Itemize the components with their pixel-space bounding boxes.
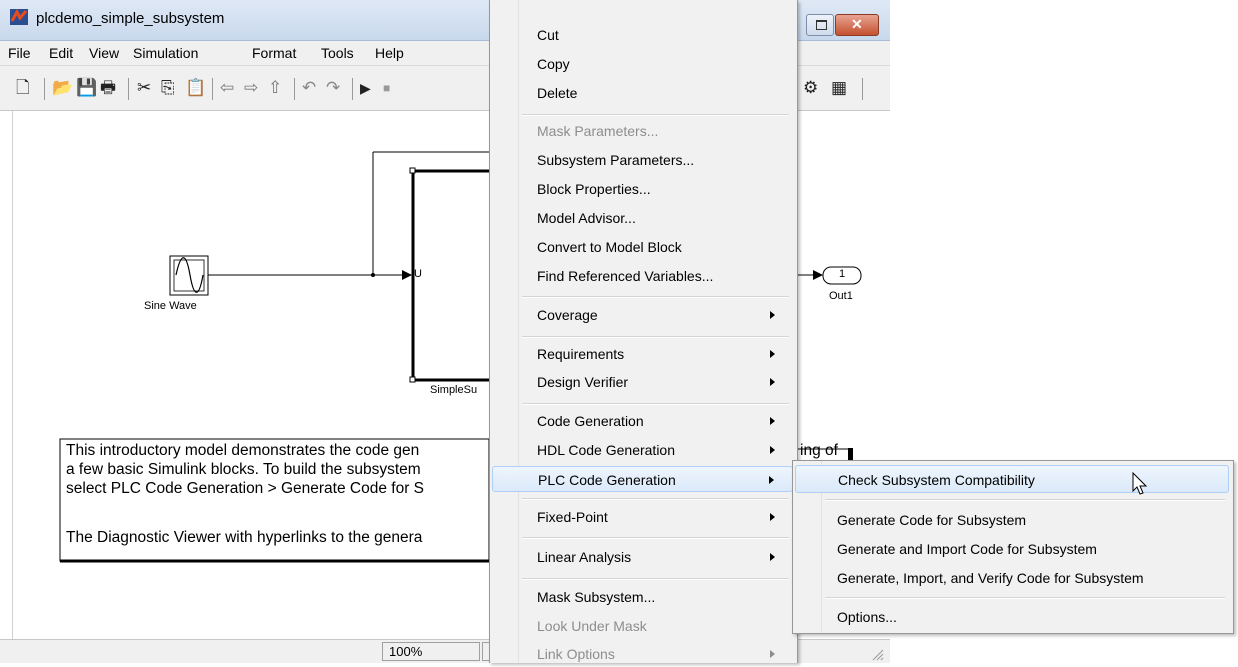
menu-item-requirements[interactable]: Requirements: [492, 341, 793, 367]
menu-item-linear-analysis[interactable]: Linear Analysis: [492, 544, 793, 570]
submenu-arrow-icon: [770, 311, 775, 319]
block-context-menu: Cut Copy Delete Mask Parameters... Subsy…: [489, 0, 798, 663]
menu-item-fixed-point[interactable]: Fixed-Point: [492, 504, 793, 530]
menu-item-coverage[interactable]: Coverage: [492, 302, 793, 328]
submenu-arrow-icon: [769, 476, 774, 484]
outport-label: Out1: [829, 290, 853, 302]
submenu-item-generate-and-import-code[interactable]: Generate and Import Code for Subsystem: [795, 535, 1229, 563]
resize-grip-icon[interactable]: [870, 647, 884, 661]
annotation-line-3: select PLC Code Generation > Generate Co…: [66, 480, 424, 497]
menu-item-delete[interactable]: Delete: [492, 80, 793, 106]
outport-number: 1: [839, 268, 846, 280]
annotation-line-2: a few basic Simulink blocks. To build th…: [66, 461, 421, 478]
annotation-line-1: This introductory model demonstrates the…: [66, 442, 420, 459]
annotation-right-fragment: ing of: [800, 442, 838, 459]
menu-item-look-under-mask: Look Under Mask: [537, 618, 647, 634]
menu-item-link-options: Link Options: [492, 641, 793, 667]
submenu-item-generate-import-verify-code[interactable]: Generate, Import, and Verify Code for Su…: [795, 564, 1229, 592]
submenu-arrow-icon: [770, 378, 775, 386]
submenu-arrow-icon: [770, 650, 775, 658]
annotation-line-5: The Diagnostic Viewer with hyperlinks to…: [66, 529, 423, 546]
submenu-arrow-icon: [770, 446, 775, 454]
menu-item-find-referenced-variables[interactable]: Find Referenced Variables...: [492, 263, 793, 289]
sine-wave-block: [169, 255, 209, 296]
sine-wave-label: Sine Wave: [144, 300, 197, 312]
menu-item-convert-to-model-block[interactable]: Convert to Model Block: [492, 234, 793, 260]
menu-item-plc-code-generation[interactable]: PLC Code Generation: [492, 466, 793, 492]
menu-item-mask-subsystem[interactable]: Mask Subsystem...: [492, 584, 793, 610]
zoom-level: 100%: [382, 642, 480, 661]
submenu-arrow-icon: [770, 417, 775, 425]
submenu-item-options[interactable]: Options...: [795, 603, 1229, 631]
menu-item-subsystem-parameters[interactable]: Subsystem Parameters...: [492, 147, 793, 173]
menu-item-cut[interactable]: Cut: [492, 22, 793, 48]
menu-item-design-verifier[interactable]: Design Verifier: [492, 369, 793, 395]
menu-item-block-properties[interactable]: Block Properties...: [492, 176, 793, 202]
plc-code-generation-submenu: Check Subsystem Compatibility Generate C…: [792, 460, 1234, 634]
submenu-arrow-icon: [770, 350, 775, 358]
submenu-item-generate-code[interactable]: Generate Code for Subsystem: [795, 506, 1229, 534]
submenu-arrow-icon: [770, 513, 775, 521]
subsystem-input-port-label: U: [414, 268, 422, 280]
menu-item-copy[interactable]: Copy: [492, 51, 793, 77]
menu-item-hdl-code-generation[interactable]: HDL Code Generation: [492, 437, 793, 463]
menu-item-code-generation[interactable]: Code Generation: [492, 408, 793, 434]
menu-item-mask-parameters: Mask Parameters...: [537, 123, 659, 139]
mouse-pointer-icon: [1132, 472, 1148, 495]
submenu-arrow-icon: [770, 553, 775, 561]
subsystem-label: SimpleSu: [430, 384, 478, 396]
submenu-item-check-subsystem-compatibility[interactable]: Check Subsystem Compatibility: [795, 465, 1229, 493]
menu-item-model-advisor[interactable]: Model Advisor...: [492, 205, 793, 231]
